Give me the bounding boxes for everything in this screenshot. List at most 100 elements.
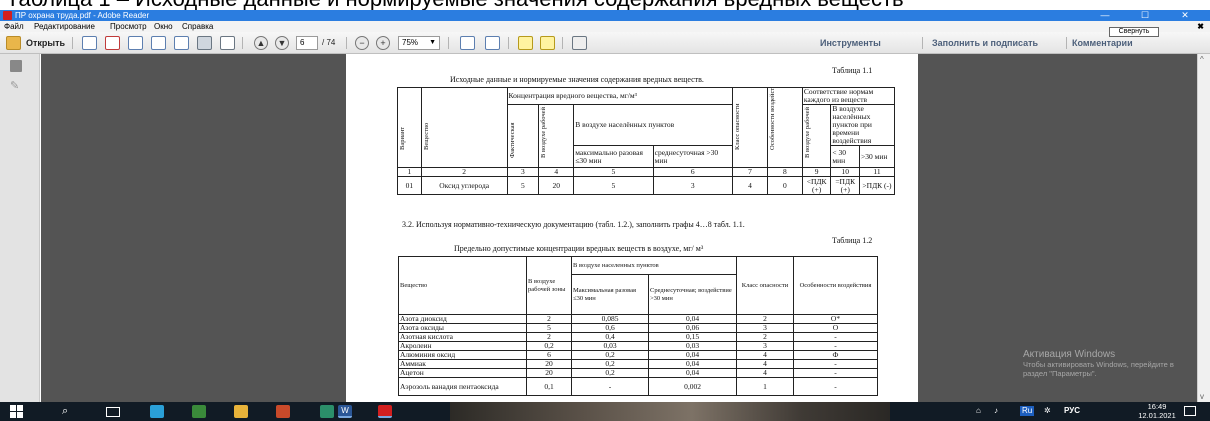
watermark-line: Чтобы активировать Windows, перейдите в [1023,360,1174,369]
calculator-app-icon[interactable] [150,405,164,418]
edit-icon[interactable] [128,36,143,50]
zoom-in-icon[interactable]: + [376,36,390,50]
fit-width-icon[interactable] [460,36,475,50]
toolbar-separator [242,37,243,49]
keyboard-app-icon[interactable]: Ru [1020,406,1035,416]
column-header-features: Особенности воздействия [793,256,878,315]
attachments-icon[interactable]: ✎ [10,80,22,92]
network-icon[interactable]: ⌂ [976,406,981,416]
title-bar: ПР охрана труда.pdf - Adobe Reader — ☐ ✕ [0,10,1210,21]
table-row: Аэрозоль ванадия пентаоксида 0,1 - 0,002… [398,377,878,396]
clock-date: 12.01.2021 [1138,410,1176,420]
word-app-icon[interactable]: W [338,405,352,418]
menu-view[interactable]: Просмотр [110,21,147,32]
menu-help[interactable]: Справка [182,21,213,32]
settings-tray-icon[interactable]: ✲ [1044,406,1051,416]
table-1-2-caption: Таблица 1.2 [832,236,873,245]
table-cell: 0,04 [648,368,737,378]
table-1-1-caption: Таблица 1.1 [832,66,873,75]
menu-edit[interactable]: Редактирование [34,21,95,32]
column-header-avg: среднесуточная >30 мин [652,145,734,168]
table-cell: Азота диоксид [398,314,527,324]
volume-icon[interactable]: ♪ [994,406,998,416]
fill-sign-button[interactable]: Заполнить и подписать [932,37,1038,49]
next-page-icon[interactable]: ▼ [275,36,289,50]
toolbar-separator [72,37,73,49]
table-cell: 0,2 [526,341,572,351]
create-pdf-icon[interactable] [82,36,97,50]
save-icon[interactable] [174,36,189,50]
table-1-2: Вещество В воздухе рабочей зоны В воздух… [398,256,878,396]
table-cell: 2 [526,332,572,342]
table-cell: Алюминия оксид [398,350,527,360]
comment-icon[interactable] [518,36,533,50]
sign-icon[interactable] [572,36,587,50]
notifications-icon[interactable] [1184,406,1196,416]
table-cell: 2 [736,314,794,324]
page-total: / 74 [322,38,336,47]
print-icon[interactable] [197,36,212,50]
yandex-browser-icon[interactable] [320,405,334,418]
maximize-button[interactable]: ☐ [1130,10,1160,21]
language-indicator[interactable]: РУС [1064,406,1080,416]
share-cloud-icon[interactable] [151,36,166,50]
previous-page-icon[interactable]: ▲ [254,36,268,50]
vertical-scrollbar[interactable]: ^ v [1197,54,1210,402]
table-cell: 3 [736,341,794,351]
comments-button[interactable]: Комментарии [1072,37,1133,49]
table-cell: 11 [859,167,895,177]
table-cell: - [793,368,878,378]
fit-page-icon[interactable] [485,36,500,50]
clock[interactable]: 16:49 12.01.2021 [1138,402,1176,420]
open-button[interactable]: Открыть [26,37,65,49]
toolbar: Открыть ▲ ▼ 6 / 74 − + 75% ▼ Инструменты … [0,32,1210,54]
column-header-actual: Фактическая [506,104,540,168]
column-header-variant: Вариант [397,87,422,168]
column-header-class: Класс опасности [736,256,794,315]
email-icon[interactable] [220,36,235,50]
table-cell: 4 [736,350,794,360]
task-view-icon[interactable] [106,407,120,417]
adobe-reader-icon [3,11,12,20]
scroll-up-icon[interactable]: ^ [1200,55,1204,64]
table-cell: 6 [526,350,572,360]
minimize-button[interactable]: — [1090,10,1120,21]
table-cell: 0,2 [571,368,649,378]
scroll-down-icon[interactable]: v [1200,392,1204,401]
zoom-select[interactable]: 75% ▼ [398,36,440,50]
watermark-title: Активация Windows [1023,349,1116,360]
search-icon[interactable]: ⌕ [62,405,74,418]
menu-file[interactable]: Файл [4,21,24,32]
pin-icon[interactable]: ✖ [1197,21,1204,32]
page-thumbnails-icon[interactable] [10,60,22,72]
file-explorer-icon[interactable] [234,405,248,418]
column-header-max: Максимальная разовая ≤30 мин [571,274,649,315]
toolbar-separator [922,37,923,49]
open-folder-icon[interactable] [6,36,21,50]
page-number-input[interactable]: 6 [296,36,318,50]
column-header-workzone: В воздухе рабочей зоны [538,104,575,168]
table-cell: 4 [538,167,575,177]
presentation-app-icon[interactable] [276,405,290,418]
table-cell: Аммиак [398,359,527,369]
export-icon[interactable] [105,36,120,50]
toolbar-separator [508,37,509,49]
table-cell: 0,04 [648,314,737,324]
tools-button[interactable]: Инструменты [820,37,881,49]
highlight-icon[interactable] [540,36,555,50]
column-header-workzone: В воздухе рабочей зоны [526,256,572,315]
zoom-value: 75% [402,38,419,47]
window-title: ПР охрана труда.pdf - Adobe Reader [15,11,150,20]
zoom-out-icon[interactable]: − [355,36,369,50]
windows-start-icon[interactable] [10,405,23,418]
paint-app-icon[interactable] [192,405,206,418]
close-button[interactable]: ✕ [1170,10,1200,21]
table-row: Аммиак 20 0,2 0,04 4 - [398,359,878,369]
adobe-reader-taskbar-icon[interactable] [378,405,392,418]
table-cell: 5 [526,323,572,333]
toolbar-separator [562,37,563,49]
menu-window[interactable]: Окно [154,21,173,32]
table-cell: 0,04 [648,359,737,369]
table-row-numbers: 1 2 3 4 5 6 7 8 9 10 11 [397,167,895,177]
toolbar-separator [346,37,347,49]
